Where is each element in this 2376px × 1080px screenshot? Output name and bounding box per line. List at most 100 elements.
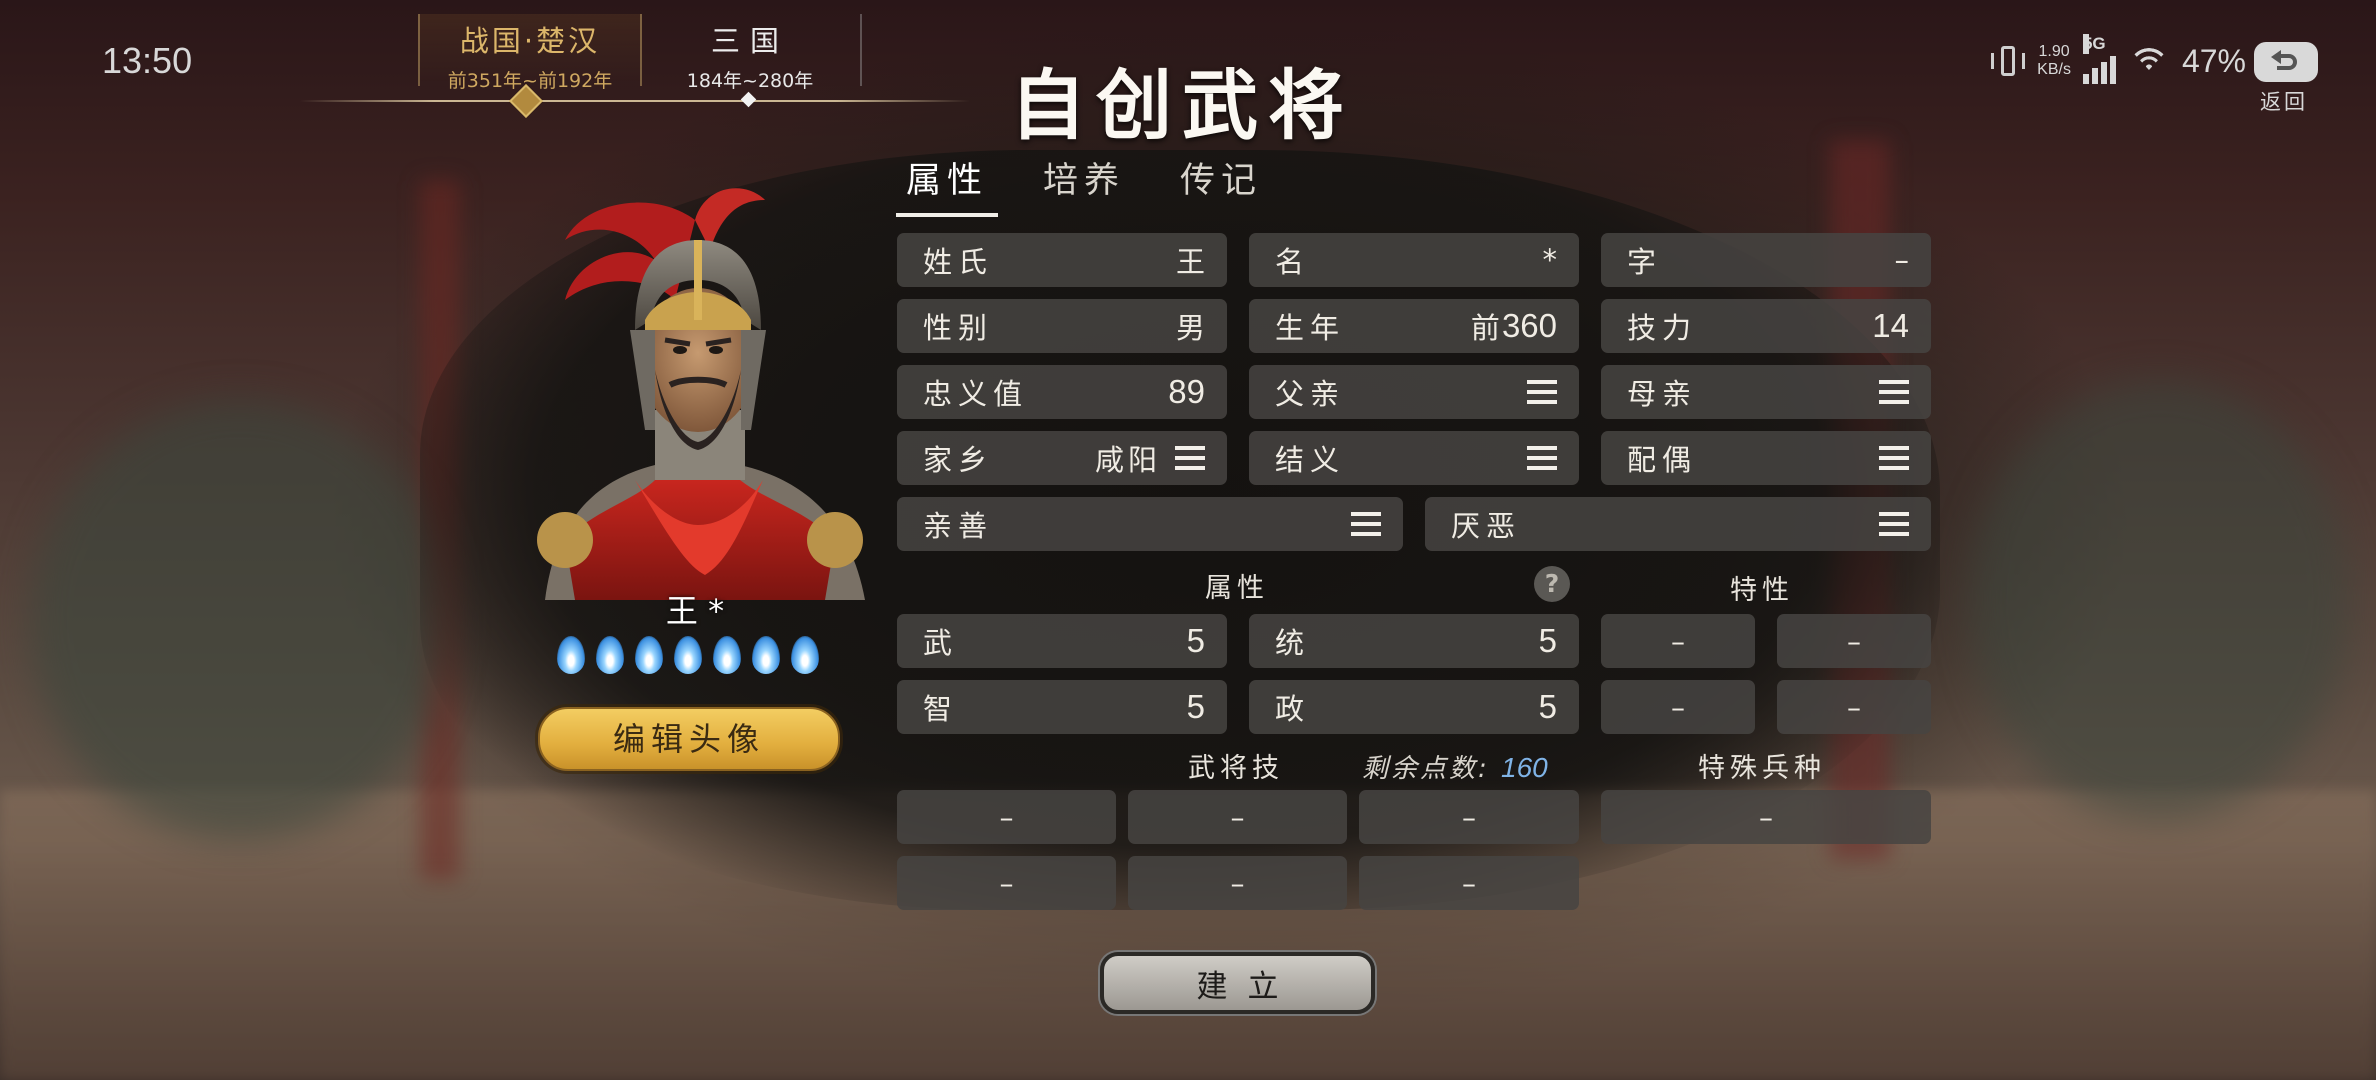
edit-portrait-button[interactable]: 编辑头像	[538, 707, 840, 771]
list-menu-icon[interactable]	[1175, 446, 1205, 470]
era-name: 战国·楚汉	[459, 24, 601, 58]
field-value: 89	[1168, 373, 1205, 410]
special-troop-slot[interactable]: –	[1601, 790, 1931, 844]
gender-field[interactable]: 性别 男	[897, 299, 1227, 353]
courtesy-name-field[interactable]: 字 –	[1601, 233, 1931, 287]
tab-attributes[interactable]: 属性	[896, 152, 999, 217]
field-value: 5	[1538, 622, 1557, 659]
list-menu-icon[interactable]	[1879, 380, 1909, 404]
field-label: 母亲	[1627, 377, 1698, 411]
field-value: 5	[1186, 622, 1205, 659]
field-label: 技力	[1627, 311, 1698, 345]
field-label: 配偶	[1627, 443, 1698, 477]
field-label: 结义	[1275, 443, 1346, 477]
field-label: 父亲	[1275, 377, 1346, 411]
back-button[interactable]	[2254, 42, 2318, 82]
tab-bar: 属性 培养 传记	[896, 152, 1307, 217]
network-speed-unit: KB/s	[2037, 61, 2071, 78]
flame-icon	[752, 636, 780, 674]
dislikes-field[interactable]: 厌恶	[1425, 497, 1931, 551]
skill-slot[interactable]: –	[1128, 790, 1347, 844]
list-menu-icon[interactable]	[1527, 446, 1557, 470]
skill-slot[interactable]: –	[1359, 856, 1579, 910]
trait-slot[interactable]: –	[1777, 614, 1931, 668]
vibrate-icon	[1991, 43, 2026, 79]
field-value: 14	[1872, 307, 1909, 344]
father-field[interactable]: 父亲	[1249, 365, 1579, 419]
field-label: 名	[1275, 245, 1311, 279]
skill-power-field[interactable]: 技力 14	[1601, 299, 1931, 353]
tab-biography[interactable]: 传记	[1170, 152, 1272, 217]
skill-slot[interactable]: –	[897, 856, 1116, 910]
hometown-field[interactable]: 家乡 咸阳	[897, 431, 1227, 485]
remaining-points-label: 剩余点数:	[1362, 754, 1490, 784]
trait-slot[interactable]: –	[1601, 614, 1755, 668]
era-tab-zhanguo[interactable]: 战国·楚汉 前351年~前192年	[418, 14, 642, 92]
flame-icon	[674, 636, 702, 674]
spouse-field[interactable]: 配偶	[1601, 431, 1931, 485]
list-menu-icon[interactable]	[1527, 380, 1557, 404]
cellular-signal-icon: 5G	[2082, 34, 2116, 84]
given-name-field[interactable]: 名 *	[1249, 233, 1579, 287]
field-value: 男	[1175, 311, 1205, 345]
back-label[interactable]: 返回	[2260, 86, 2308, 116]
help-icon[interactable]: ?	[1534, 566, 1570, 602]
skill-slot[interactable]: –	[897, 790, 1116, 844]
flame-icon	[635, 636, 663, 674]
general-portrait	[505, 180, 890, 600]
list-menu-icon[interactable]	[1351, 512, 1381, 536]
field-value: *	[1542, 243, 1558, 277]
tab-training[interactable]: 培养	[1033, 152, 1135, 217]
birth-year-value: 360	[1501, 307, 1557, 344]
skill-slot[interactable]: –	[1128, 856, 1347, 910]
era-years: 184年~280年	[686, 70, 814, 92]
list-menu-icon[interactable]	[1879, 446, 1909, 470]
likes-field[interactable]: 亲善	[897, 497, 1403, 551]
intellect-attribute[interactable]: 智 5	[897, 680, 1227, 734]
hometown-value: 咸阳	[1094, 443, 1161, 477]
field-label: 姓氏	[923, 245, 994, 279]
network-speed-value: 1.90	[2038, 43, 2070, 60]
list-menu-icon[interactable]	[1879, 512, 1909, 536]
surname-field[interactable]: 姓氏 王	[897, 233, 1227, 287]
era-name: 三国	[710, 24, 789, 58]
create-button[interactable]: 建立	[1100, 952, 1375, 1014]
network-speed: 1.90 KB/s	[2037, 43, 2071, 79]
command-attribute[interactable]: 统 5	[1249, 614, 1579, 668]
wifi-icon	[2128, 44, 2170, 78]
politics-attribute[interactable]: 政 5	[1249, 680, 1579, 734]
field-label: 家乡	[923, 443, 994, 477]
era-tab-sanguo[interactable]: 三国 184年~280年	[640, 14, 862, 92]
field-label: 性别	[923, 311, 994, 345]
skill-slot[interactable]: –	[1359, 790, 1579, 844]
field-label: 忠义值	[923, 377, 1029, 411]
field-label: 亲善	[923, 509, 994, 543]
war-attribute[interactable]: 武 5	[897, 614, 1227, 668]
era-marker-icon	[740, 91, 757, 108]
era-timeline-line	[300, 100, 970, 102]
battery-level: 47%	[2181, 42, 2246, 79]
remaining-points-value: 160	[1501, 752, 1548, 783]
flame-icon	[791, 636, 819, 674]
trait-slot[interactable]: –	[1601, 680, 1755, 734]
character-name: 王 *	[665, 592, 725, 630]
birth-year-field[interactable]: 生年 前 360	[1249, 299, 1579, 353]
portrait-illustration	[537, 188, 865, 600]
field-label: 生年	[1275, 311, 1346, 345]
field-label: 武	[923, 626, 959, 660]
field-value: 5	[1538, 688, 1557, 725]
attributes-header: 属性	[1205, 573, 1269, 604]
page-title: 自创武将	[1010, 61, 1354, 150]
background-plant	[1970, 380, 2350, 820]
trait-slot[interactable]: –	[1777, 680, 1931, 734]
birth-year-prefix: 前	[1470, 311, 1500, 345]
mother-field[interactable]: 母亲	[1601, 365, 1931, 419]
flame-icon	[713, 636, 741, 674]
field-value: –	[1894, 243, 1910, 277]
loyalty-field[interactable]: 忠义值 89	[897, 365, 1227, 419]
traits-header: 特性	[1730, 575, 1794, 606]
field-value: 咸阳	[1095, 437, 1205, 479]
special-troop-header: 特殊兵种	[1698, 753, 1826, 784]
sworn-brother-field[interactable]: 结义	[1249, 431, 1579, 485]
status-indicators: 1.90 KB/s 5G 47%	[1991, 34, 2246, 84]
